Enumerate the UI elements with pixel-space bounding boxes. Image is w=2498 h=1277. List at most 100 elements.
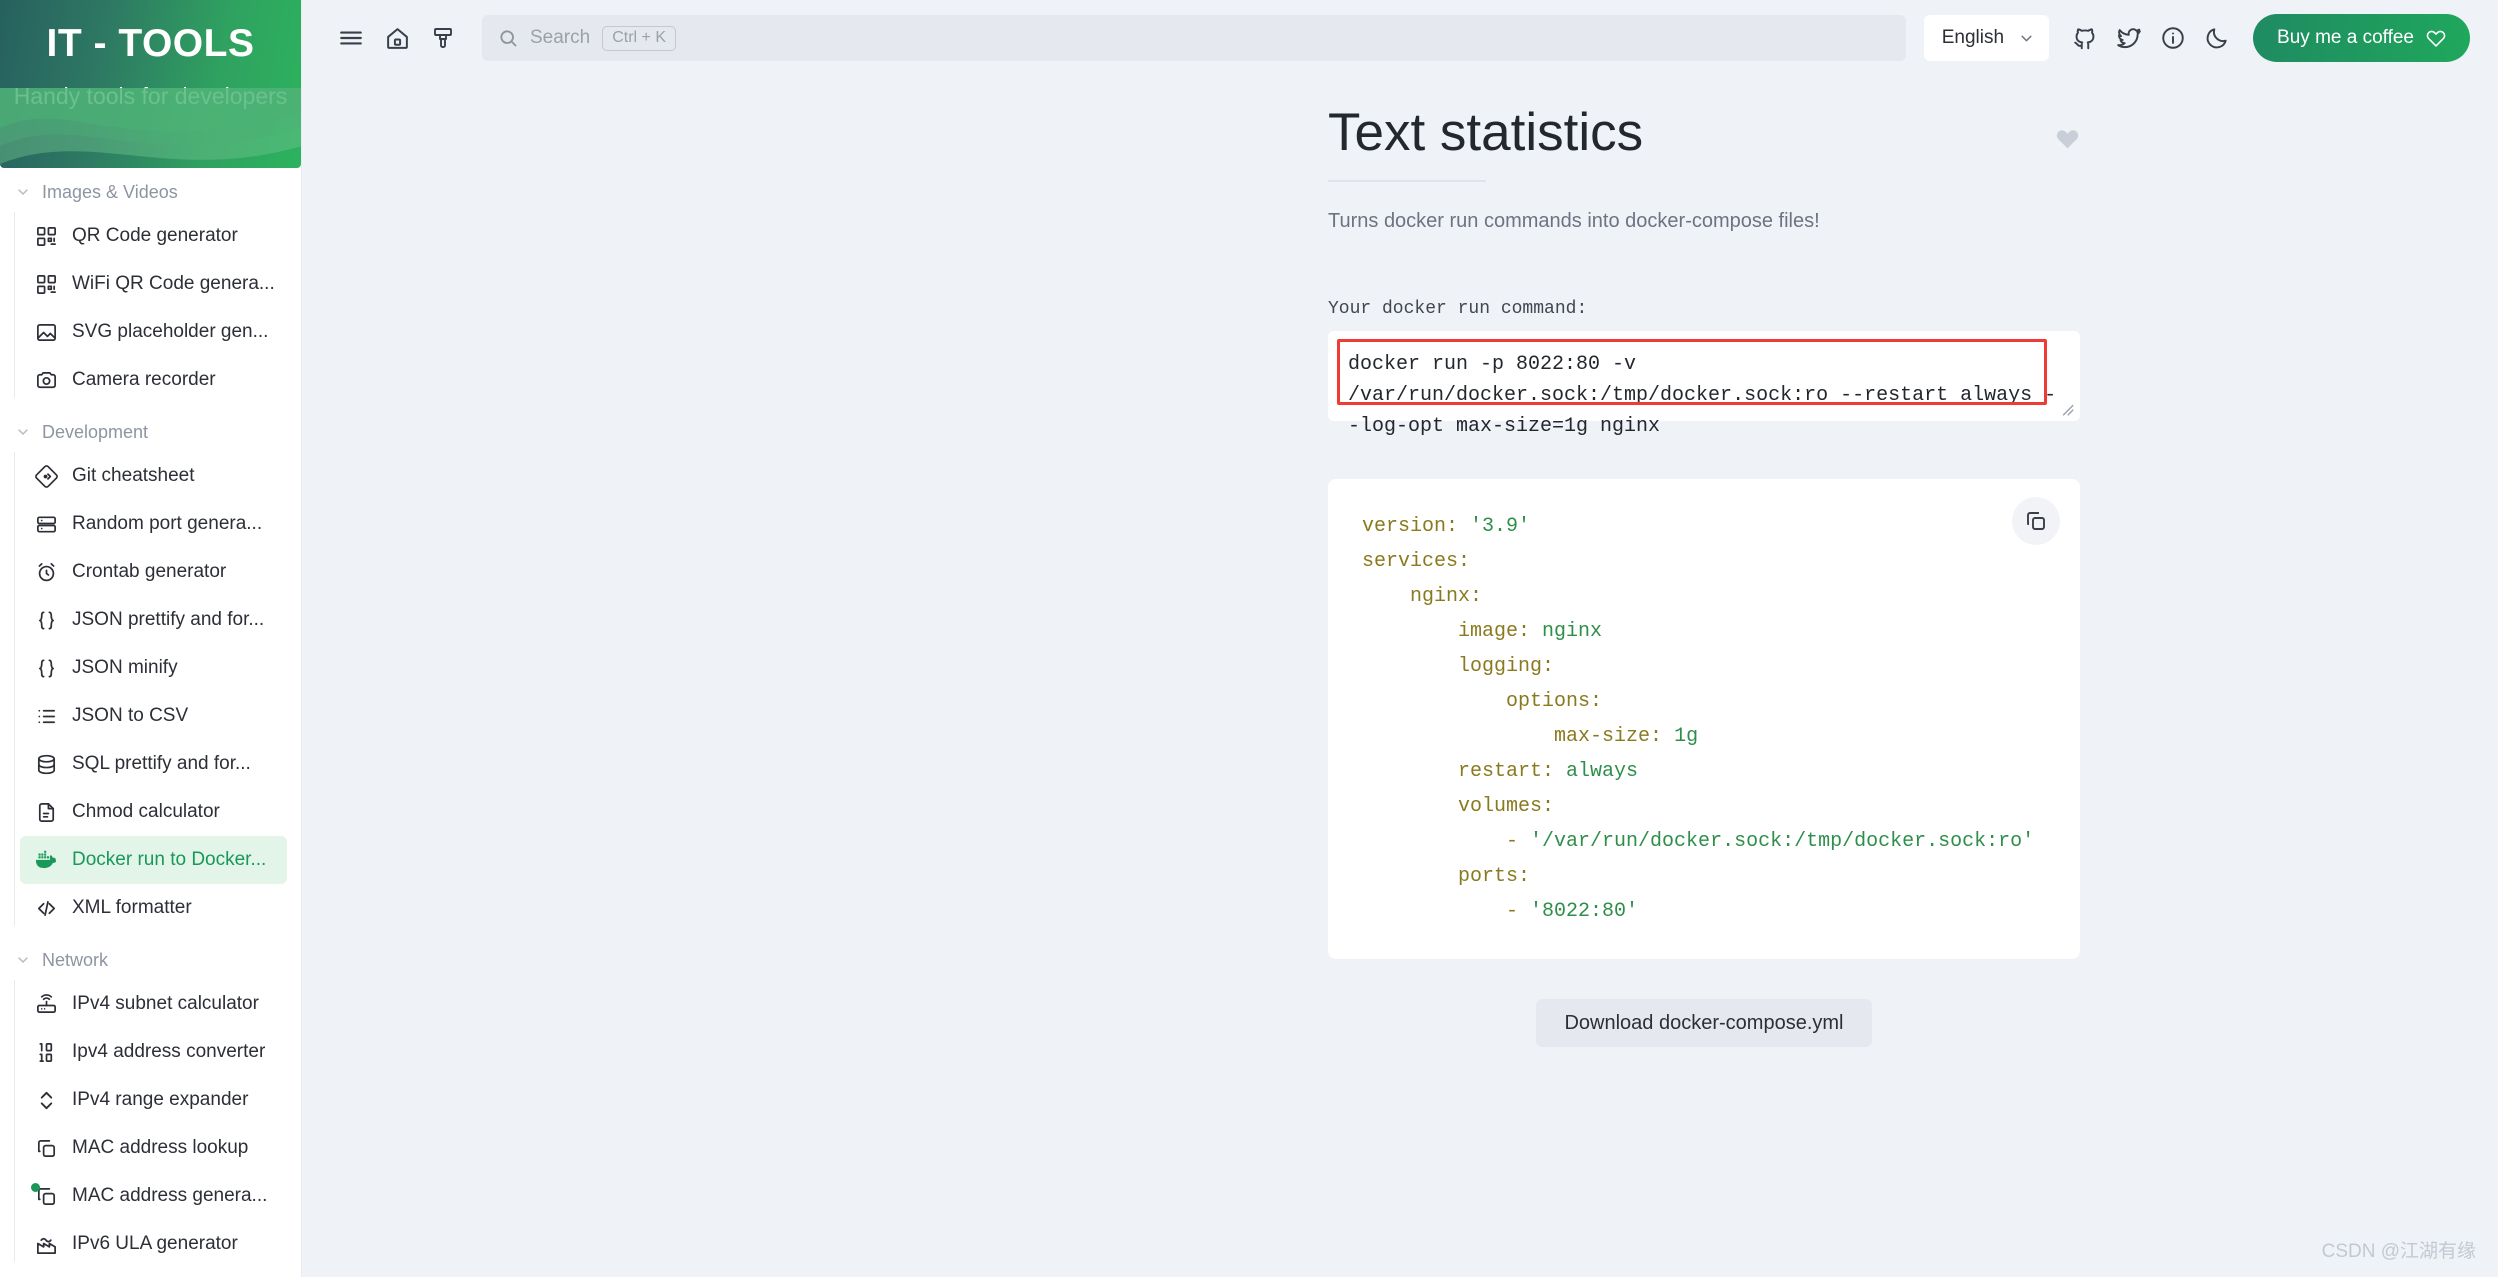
sidebar-item-label: SQL prettify and for...: [72, 753, 251, 774]
camera-icon: [34, 368, 58, 392]
sidebar-item-label: SVG placeholder gen...: [72, 321, 269, 342]
yaml-key: logging:: [1362, 655, 1555, 679]
input-label: Your docker run command:: [1328, 299, 1588, 320]
yaml-line: restart: always: [1362, 754, 2046, 789]
qr-code-icon: [34, 224, 58, 248]
chevron-down-icon: [14, 183, 32, 201]
yaml-line: logging:: [1362, 649, 2046, 684]
yaml-value: nginx: [1530, 620, 1603, 644]
hamburger-menu-icon[interactable]: [328, 15, 374, 61]
yaml-line: version: '3.9': [1362, 509, 2046, 544]
language-value: English: [1941, 27, 2005, 48]
sidebar-item-label: MAC address lookup: [72, 1137, 249, 1158]
yaml-value: 1g: [1662, 725, 1699, 749]
sidebar-item-qr-code-generator[interactable]: QR Code generator: [20, 212, 287, 260]
twitter-icon[interactable]: [2107, 16, 2151, 60]
braces-icon: [34, 656, 58, 680]
sidebar-section-images-videos[interactable]: Images & Videos: [0, 172, 301, 212]
image-icon: [34, 320, 58, 344]
braces-icon: [34, 608, 58, 632]
sidebar-item-ipv4-subnet-calculator[interactable]: IPv4 subnet calculator: [20, 980, 287, 1028]
page-subtitle: Turns docker run commands into docker-co…: [1328, 210, 1820, 233]
paint-brush-icon[interactable]: [420, 15, 466, 61]
sidebar-item-label: MAC address genera...: [72, 1185, 268, 1206]
sidebar-item-label: IPv4 range expander: [72, 1089, 249, 1110]
heart-icon: [2426, 28, 2446, 48]
moon-icon[interactable]: [2195, 16, 2239, 60]
top-bar: Search Ctrl + K English Buy me a coffee: [302, 0, 2498, 76]
sidebar-item-crontab-generator[interactable]: Crontab generator: [20, 548, 287, 596]
favorite-heart-icon[interactable]: [2055, 126, 2080, 158]
yaml-key: version:: [1362, 515, 1459, 539]
sidebar-item-label: WiFi QR Code genera...: [72, 273, 275, 294]
sidebar-item-chmod-calculator[interactable]: Chmod calculator: [20, 788, 287, 836]
yaml-line: options:: [1362, 684, 2046, 719]
download-compose-button[interactable]: Download docker-compose.yml: [1536, 999, 1872, 1048]
sidebar-item-ipv6-ula-generator[interactable]: IPv6 ULA generator: [20, 1220, 287, 1268]
notification-dot: [31, 1183, 40, 1192]
sidebar-section-label: Images & Videos: [42, 181, 178, 202]
docker-command-textarea-card: docker run -p 8022:80 -v /var/run/docker…: [1328, 331, 2080, 438]
sidebar-item-sql-prettify-and-for[interactable]: SQL prettify and for...: [20, 740, 287, 788]
file-icon: [34, 800, 58, 824]
search-icon: [498, 28, 518, 48]
language-selector[interactable]: English: [1923, 15, 2050, 61]
docker-command-input[interactable]: docker run -p 8022:80 -v /var/run/docker…: [1336, 339, 2072, 452]
sidebar-item-camera-recorder[interactable]: Camera recorder: [20, 356, 287, 404]
sidebar-section-network[interactable]: Network: [0, 940, 301, 980]
sidebar-item-label: JSON prettify and for...: [72, 609, 265, 630]
yaml-key: max-size:: [1362, 725, 1663, 749]
buy-me-a-coffee-button[interactable]: Buy me a coffee: [2253, 14, 2470, 62]
yaml-line: services:: [1362, 544, 2046, 579]
copy-icon: [34, 1136, 58, 1160]
sidebar-item-xml-formatter[interactable]: XML formatter: [20, 884, 287, 932]
sidebar-section-label: Development: [42, 421, 149, 442]
resize-handle[interactable]: [2060, 402, 2074, 416]
docker-compose-output: version: '3.9' services: nginx: image: ng…: [1362, 509, 2046, 929]
yaml-key: services:: [1362, 550, 1471, 574]
docker-icon: [34, 848, 58, 872]
sidebar-item-random-port-genera[interactable]: Random port genera...: [20, 500, 287, 548]
copy-icon: [31, 1183, 58, 1208]
brand-title: IT - TOOLS: [46, 22, 255, 65]
copy-icon[interactable]: [2012, 497, 2060, 546]
docker-compose-output-card: version: '3.9' services: nginx: image: ng…: [1328, 479, 2080, 960]
tool-page: Text statistics Turns docker run command…: [1328, 103, 2080, 1048]
sidebar-item-label: XML formatter: [72, 897, 192, 918]
main-area: Search Ctrl + K English Buy me a coffee …: [302, 0, 2498, 1277]
yaml-line: nginx:: [1362, 579, 2046, 614]
sidebar-group: QR Code generator WiFi QR Code genera... S…: [0, 212, 301, 404]
sidebar-item-svg-placeholder-gen[interactable]: SVG placeholder gen...: [20, 308, 287, 356]
sidebar-item-wifi-qr-code-genera[interactable]: WiFi QR Code genera...: [20, 260, 287, 308]
sidebar-item-json-minify[interactable]: JSON minify: [20, 644, 287, 692]
sidebar-item-mac-address-lookup[interactable]: MAC address lookup: [20, 1124, 287, 1172]
github-icon[interactable]: [2063, 16, 2107, 60]
page-content: Text statistics Turns docker run command…: [302, 76, 2498, 1048]
watermark: CSDN @江湖有缘: [2321, 1241, 2476, 1262]
yaml-key: -: [1362, 830, 1519, 854]
sidebar-item-json-prettify-and-for[interactable]: JSON prettify and for...: [20, 596, 287, 644]
sidebar-group: Git cheatsheet Random port genera... Cront…: [0, 452, 301, 932]
sidebar-item-ipv4-range-expander[interactable]: IPv4 range expander: [20, 1076, 287, 1124]
yaml-value: always: [1554, 760, 1639, 784]
home-icon[interactable]: [374, 15, 420, 61]
page-header: Text statistics: [1328, 103, 2080, 183]
sidebar-item-git-cheatsheet[interactable]: Git cheatsheet: [20, 452, 287, 500]
yaml-key: image:: [1362, 620, 1531, 644]
yaml-value: '8022:80': [1518, 900, 1639, 924]
sidebar-item-label: Docker run to Docker...: [72, 849, 267, 870]
search-placeholder: Search: [530, 27, 591, 48]
server-icon: [34, 512, 58, 536]
sidebar-item-json-to-csv[interactable]: JSON to CSV: [20, 692, 287, 740]
search-input[interactable]: Search Ctrl + K: [482, 15, 1906, 61]
qr-code-icon: [34, 272, 58, 296]
info-icon[interactable]: [2151, 16, 2195, 60]
sidebar-item-mac-address-genera[interactable]: MAC address genera...: [20, 1172, 287, 1220]
page-title: Text statistics: [1328, 103, 1644, 162]
yaml-line: image: nginx: [1362, 614, 2046, 649]
sidebar-item-ipv4-address-converter[interactable]: Ipv4 address converter: [20, 1028, 287, 1076]
yaml-line: - '8022:80': [1362, 894, 2046, 929]
chevron-down-icon: [2018, 30, 2035, 47]
sidebar-item-docker-run-to-docker[interactable]: Docker run to Docker...: [20, 836, 287, 884]
sidebar-section-development[interactable]: Development: [0, 412, 301, 452]
